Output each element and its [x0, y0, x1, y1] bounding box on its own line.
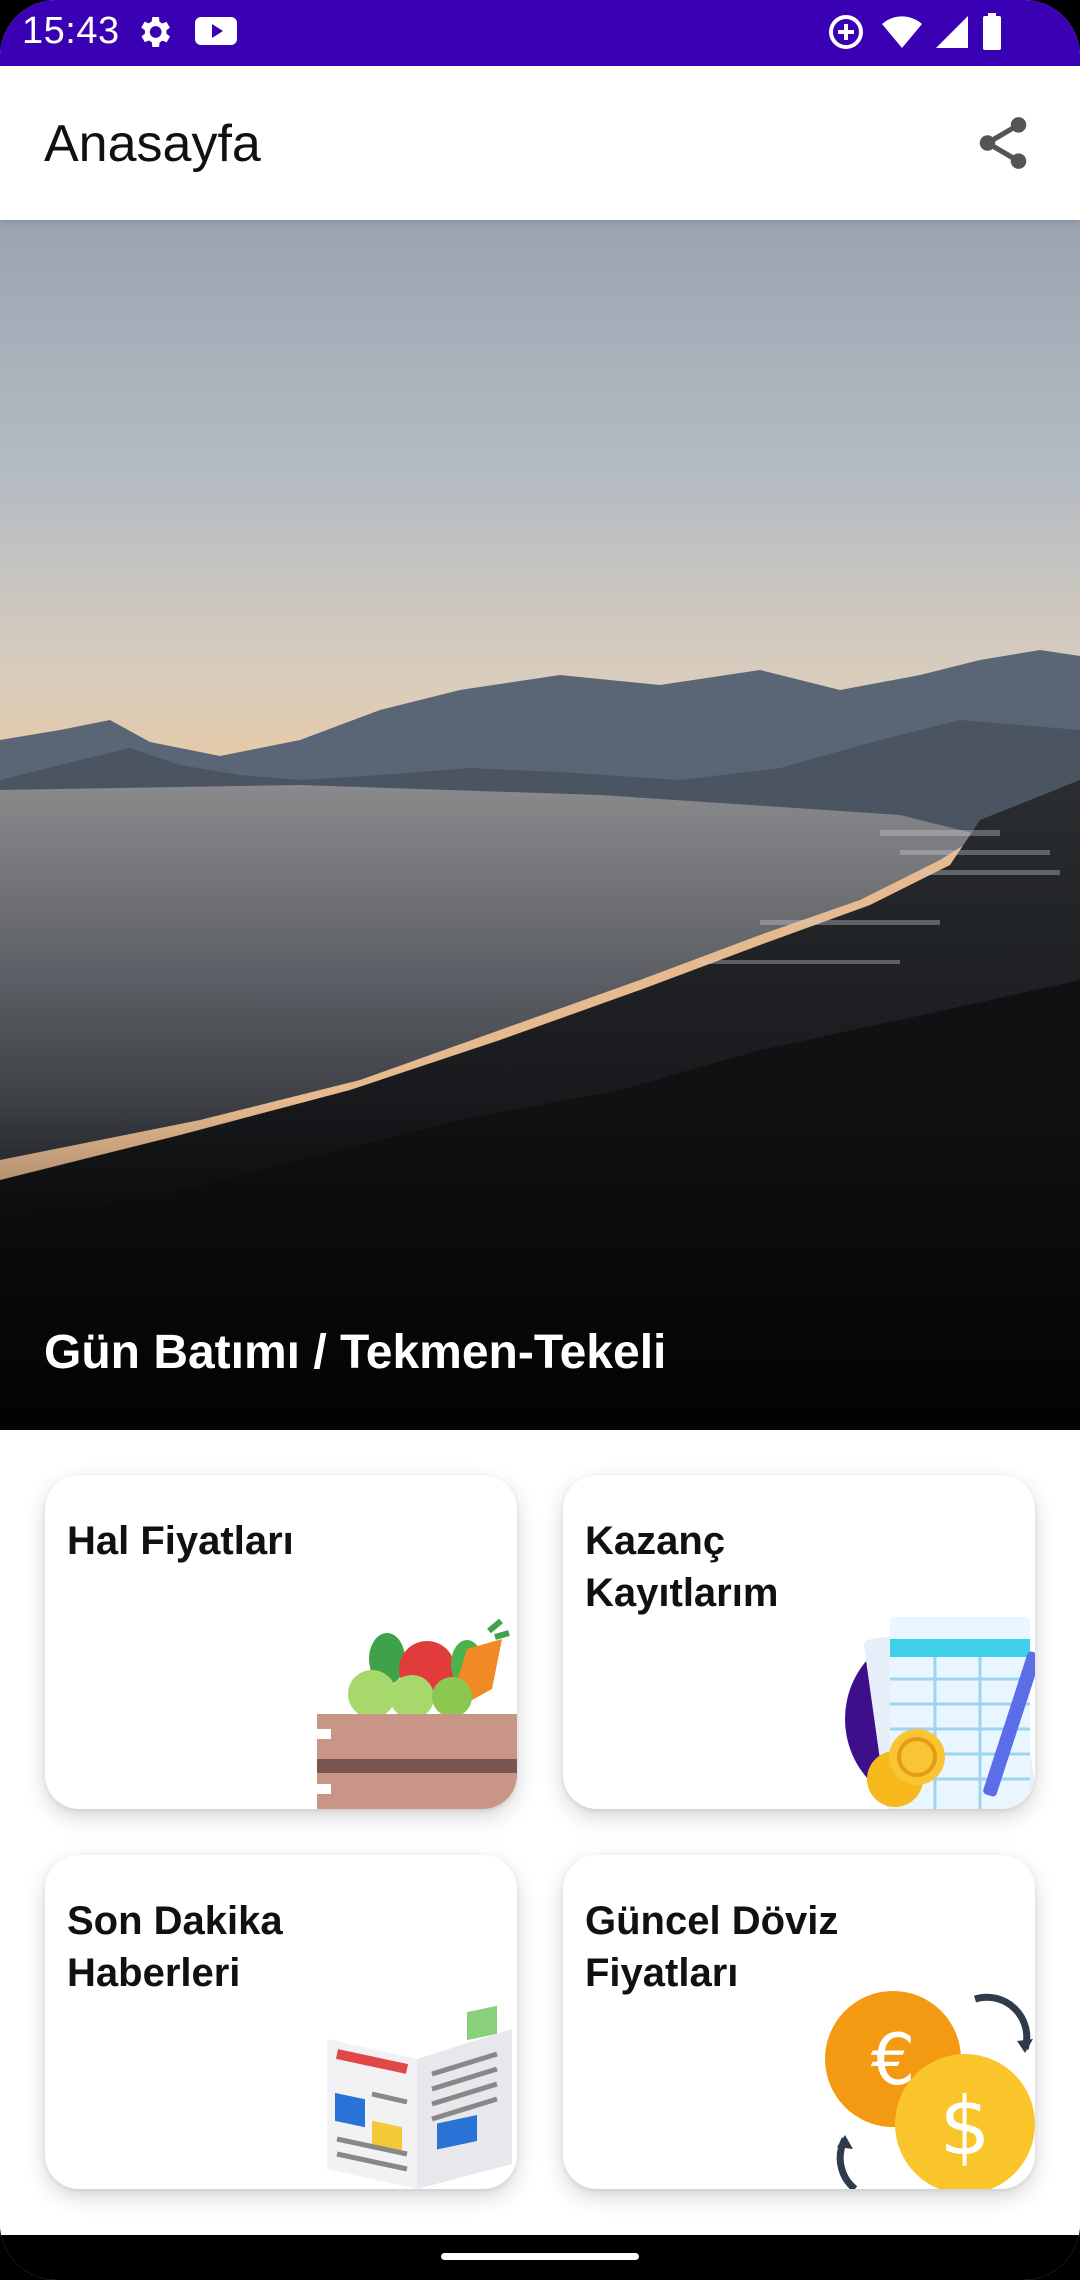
card-label: Güncel Döviz Fiyatları [585, 1899, 839, 1995]
card-kazanc-kayitlarim[interactable]: Kazanç Kayıtlarım [563, 1475, 1035, 1809]
hero-image[interactable] [0, 220, 1080, 1430]
data-saver-icon [826, 12, 866, 57]
share-icon [979, 117, 1027, 169]
card-hal-fiyatlari[interactable]: Hal Fiyatları [45, 1475, 517, 1809]
ledger-coins-icon [845, 1617, 1035, 1809]
youtube-icon [194, 14, 238, 53]
page-title: Anasayfa [44, 115, 261, 173]
menu-grid: Hal Fiyatları Kazanç Kayıtlarım Son Daki… [0, 1430, 1080, 2235]
wifi-icon [880, 12, 924, 57]
app-bar: Anasayfa [0, 66, 1080, 220]
navigation-bar [0, 2235, 1080, 2280]
card-label: Son Dakika Haberleri [67, 1899, 283, 1995]
home-gesture-handle[interactable] [441, 2253, 639, 2260]
signal-icon [932, 12, 972, 57]
vegetable-crate-icon [317, 1619, 517, 1809]
hero-caption: Gün Batımı / Tekmen-Tekeli [44, 1326, 667, 1379]
settings-icon [134, 12, 174, 57]
svg-text:$: $ [940, 2080, 991, 2173]
card-label: Kazanç Kayıtlarım [585, 1519, 779, 1615]
card-son-dakika-haberleri[interactable]: Son Dakika Haberleri [45, 1855, 517, 2189]
card-guncel-doviz-fiyatlari[interactable]: Güncel Döviz Fiyatları € $ [563, 1855, 1035, 2189]
card-label: Hal Fiyatları [67, 1519, 294, 1563]
share-button[interactable] [972, 112, 1034, 174]
status-time: 15:43 [22, 10, 120, 52]
battery-icon [980, 12, 1004, 57]
sunset-landscape-image [0, 220, 1080, 1430]
phone-screen: 15:43 Anasayfa Gün Batımı / Tekmen-Tekel… [0, 0, 1080, 2280]
newspaper-icon [327, 2005, 512, 2189]
status-bar: 15:43 [0, 0, 1080, 66]
currency-exchange-icon: € $ [825, 1991, 1035, 2189]
